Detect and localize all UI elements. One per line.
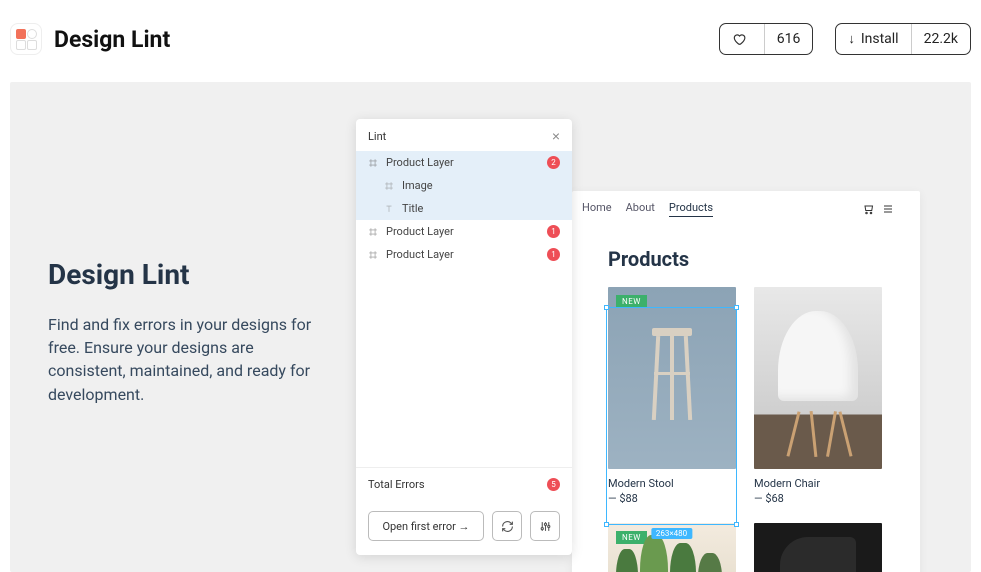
layer-row-child[interactable]: Image [356,174,572,197]
layer-row[interactable]: Product Layer 2 [356,151,572,174]
product-title: Modern Chair [754,477,882,490]
nav-home[interactable]: Home [582,201,612,217]
layer-row[interactable]: Product Layer 1 [356,220,572,243]
header-actions: 616 ↓ Install 22.2k [719,23,971,55]
layer-name: Image [402,179,560,192]
hero-desc: Find and fix errors in your designs for … [48,313,318,406]
open-first-error-button[interactable]: Open first error → [368,511,484,541]
product-image [754,523,882,572]
total-errors-badge: 5 [547,478,560,491]
layer-name: Product Layer [386,156,539,169]
sliders-icon [539,520,552,533]
layer-row-child[interactable]: Title [356,197,572,220]
nav-products[interactable]: Products [669,201,713,217]
error-count-badge: 1 [547,225,560,238]
product-price: — $88 [608,492,736,505]
product-image: NEW [608,523,736,572]
nav-about[interactable]: About [626,201,655,217]
menu-icon[interactable] [882,203,894,215]
lint-panel: Lint × Product Layer 2 Image Title Produ… [356,119,572,555]
product-title: Modern Stool [608,477,736,490]
error-count-badge: 1 [547,248,560,261]
new-badge: NEW [616,295,647,308]
frame-icon [384,181,394,191]
close-icon[interactable]: × [552,129,560,143]
frame-icon [368,250,378,260]
product-card[interactable]: NEW [608,523,736,572]
layer-row[interactable]: Product Layer 1 [356,243,572,266]
page-header: Design Lint 616 ↓ Install 22.2k [0,0,981,60]
app-title: Design Lint [54,26,170,53]
app-icon [10,23,42,55]
mock-heading: Products [572,225,920,287]
header-left: Design Lint [10,23,170,55]
download-icon: ↓ [848,31,855,47]
layer-name: Title [402,202,560,215]
text-icon [384,204,394,214]
refresh-icon [501,520,514,533]
product-card[interactable] [754,523,882,572]
frame-icon [368,158,378,168]
cart-icon[interactable] [862,203,874,215]
frame-icon [368,227,378,237]
new-badge: NEW [616,531,647,544]
product-card[interactable]: Modern Chair — $68 [754,287,882,505]
lint-total-row: Total Errors 5 [356,467,572,501]
error-count-badge: 2 [547,156,560,169]
product-image: NEW [608,287,736,469]
hero-copy: Design Lint Find and fix errors in your … [48,258,318,406]
hero: Design Lint Find and fix errors in your … [10,82,971,572]
product-mock-window: Home About Products Products NEW Modern … [572,191,920,572]
install-count: 22.2k [911,24,970,54]
hero-title: Design Lint [48,258,318,291]
install-pill[interactable]: ↓ Install 22.2k [835,23,971,55]
total-errors-label: Total Errors [368,478,425,491]
product-image [754,287,882,469]
settings-button[interactable] [530,511,560,541]
layer-name: Product Layer [386,225,539,238]
product-card[interactable]: NEW Modern Stool — $88 [608,287,736,505]
likes-pill[interactable]: 616 [719,23,814,55]
likes-count: 616 [764,24,813,54]
product-price: — $68 [754,492,882,505]
layer-name: Product Layer [386,248,539,261]
install-label: Install [861,31,899,47]
lint-panel-title: Lint [368,130,386,143]
mock-nav: Home About Products [572,191,920,225]
heart-icon [732,32,746,46]
refresh-button[interactable] [492,511,522,541]
